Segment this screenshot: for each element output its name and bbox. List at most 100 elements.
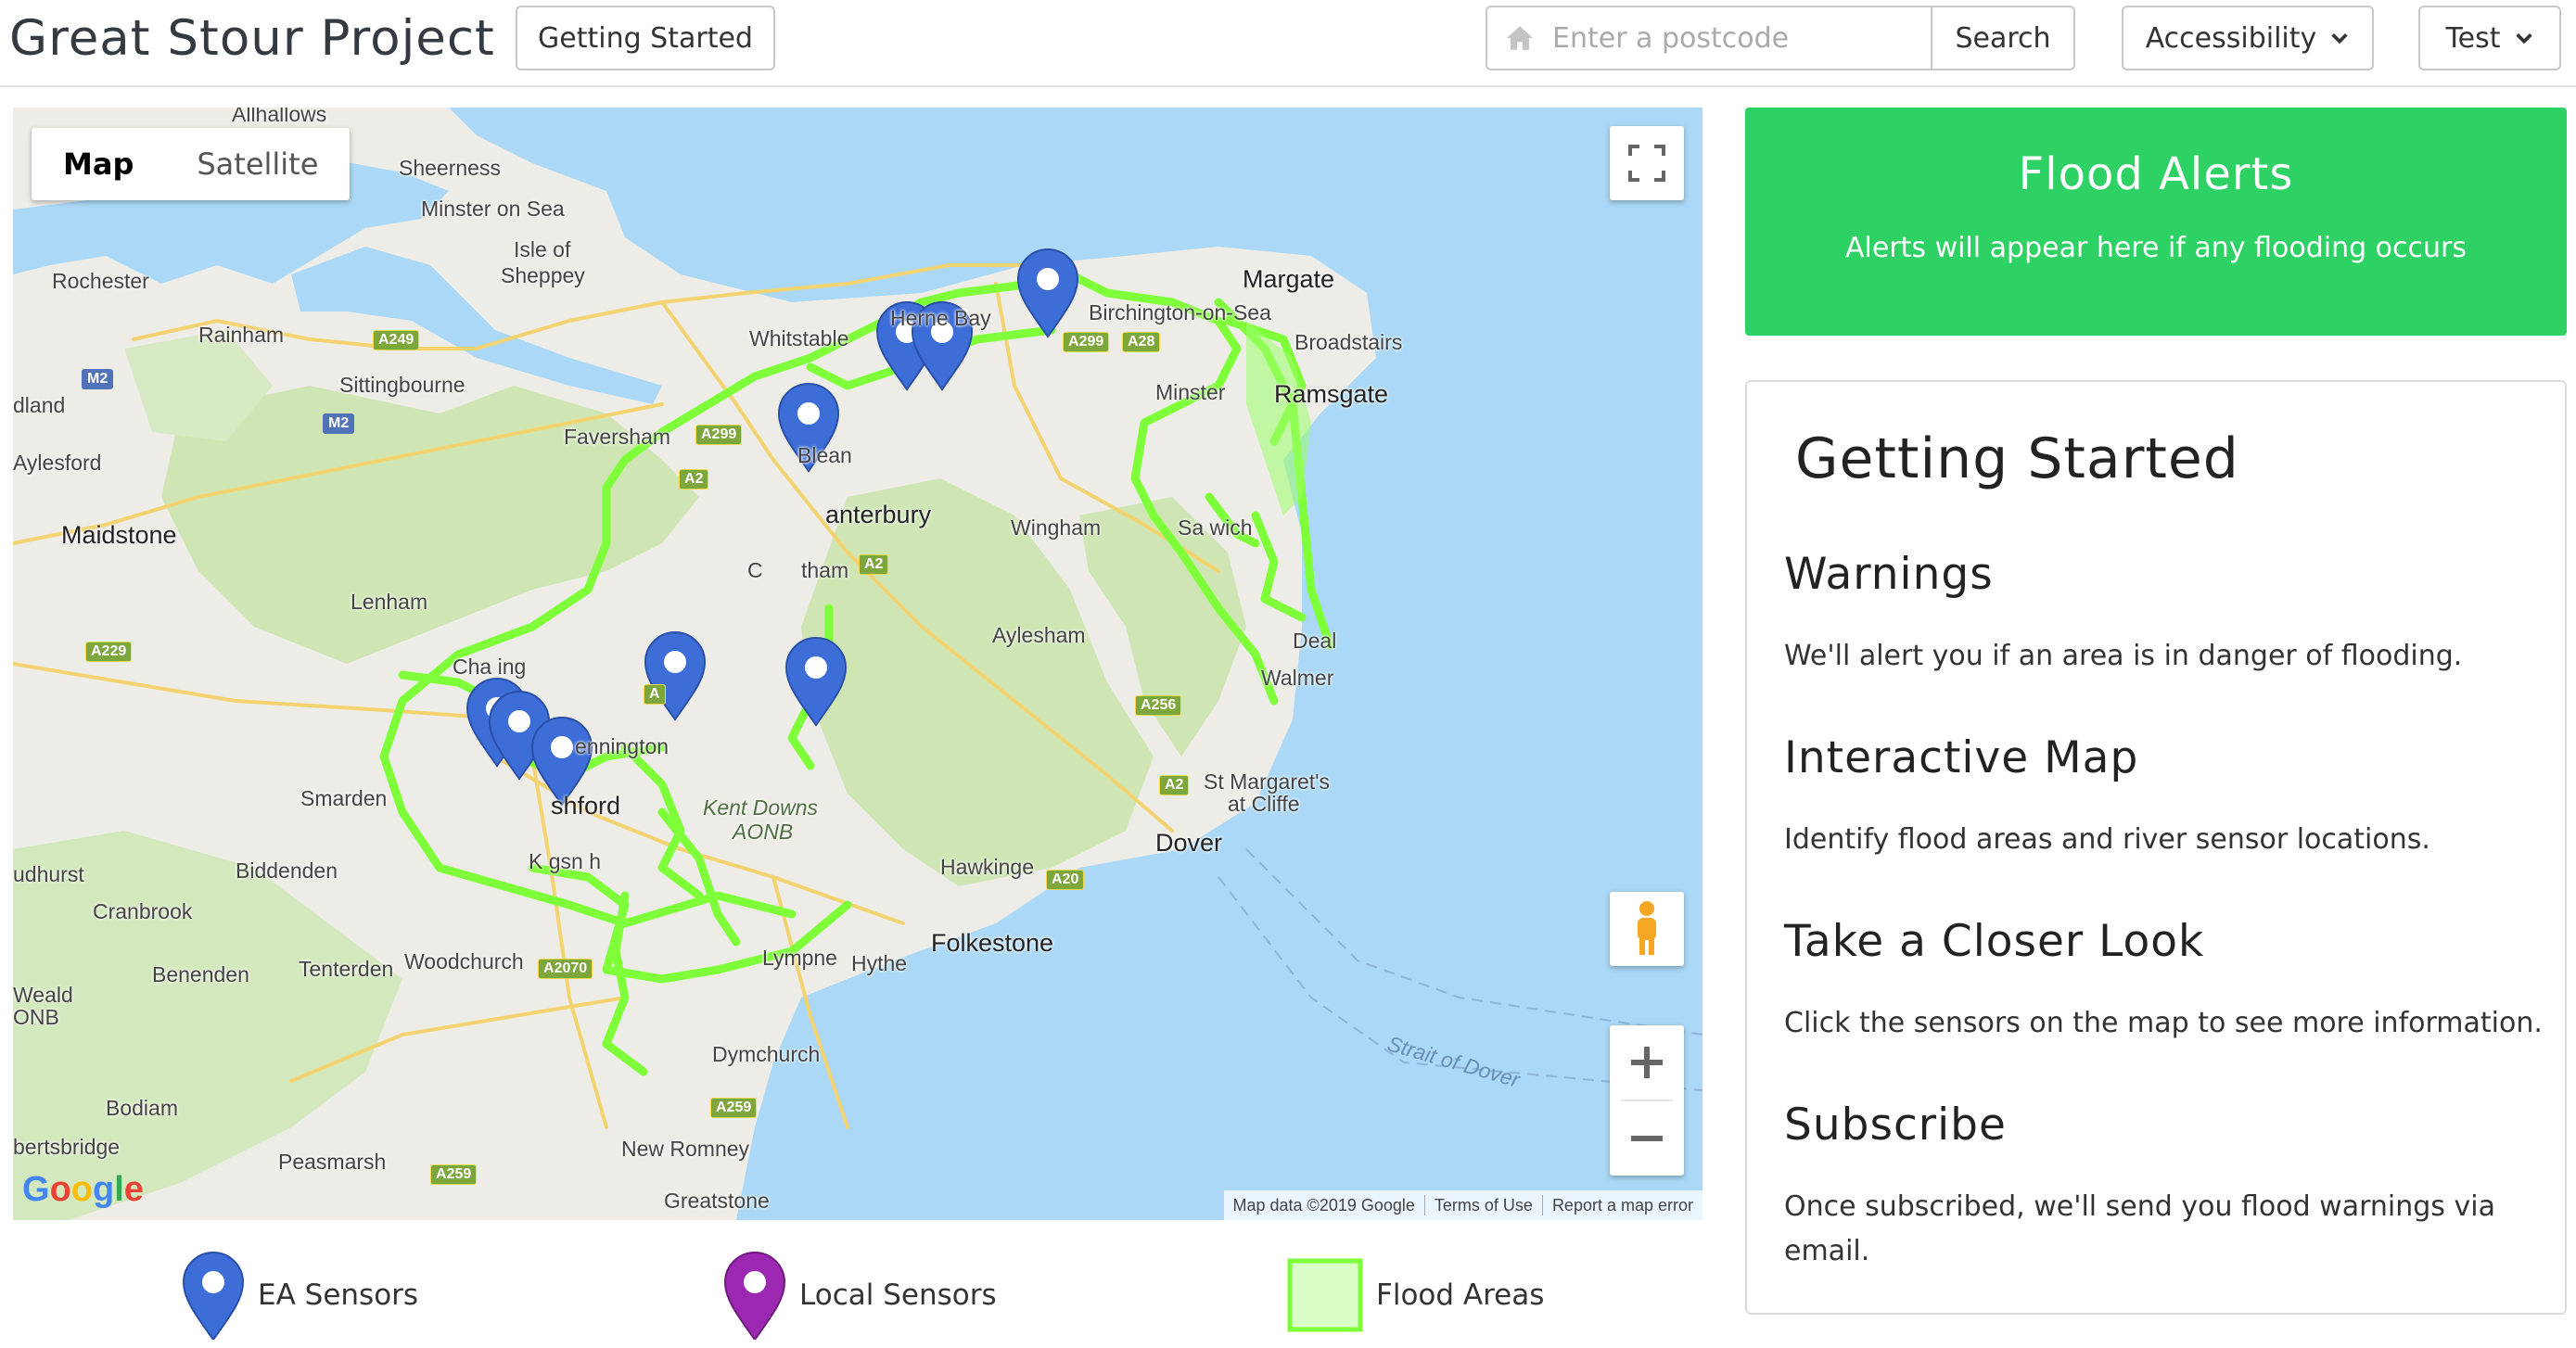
map-label: Dymchurch	[712, 1042, 821, 1066]
report-map-error-link[interactable]: Report a map error	[1543, 1196, 1702, 1215]
zoom-out-button[interactable]	[1610, 1101, 1684, 1176]
map-label: Blean	[797, 443, 852, 467]
road-shield: A2	[859, 554, 889, 575]
map-label: Walmer	[1261, 666, 1334, 690]
getting-started-button[interactable]: Getting Started	[516, 6, 775, 70]
map-label: Broadstairs	[1294, 330, 1403, 354]
section-heading-warnings: Warnings	[1784, 549, 1994, 600]
search-input-wrap	[1487, 7, 1932, 69]
legend-ea-label: EA Sensors	[258, 1278, 419, 1312]
map-type-satellite-button[interactable]: Satellite	[165, 128, 350, 200]
test-dropdown[interactable]: Test	[2418, 6, 2561, 70]
road-shield: A20	[1046, 870, 1085, 890]
map-type-map-button[interactable]: Map	[32, 128, 165, 200]
map-label: bertsbridge	[13, 1135, 121, 1159]
map-label: Biddenden	[236, 858, 338, 883]
map-label: Sheppey	[501, 263, 585, 287]
map-label: AONB	[733, 820, 794, 844]
terms-of-use-link[interactable]: Terms of Use	[1425, 1196, 1542, 1215]
flood-alerts-panel: Flood Alerts Alerts will appear here if …	[1745, 108, 2567, 336]
legend-ea-sensors: EA Sensors	[182, 1250, 418, 1341]
map-label: Hawkinge	[940, 855, 1034, 879]
map-label: Rochester	[52, 269, 149, 293]
map-label: Minster on Sea	[421, 197, 565, 221]
map-label: Benenden	[152, 962, 249, 986]
map-label: ONB	[13, 1005, 59, 1029]
road-shield: A259	[430, 1164, 478, 1185]
map-label: Minster	[1155, 380, 1226, 404]
map-type-control: Map Satellite	[32, 128, 351, 200]
road-shield: A2	[1159, 775, 1190, 795]
map-label: udhurst	[13, 862, 84, 886]
map-label: Cranbrook	[93, 899, 193, 923]
search-button[interactable]: Search	[1932, 7, 2073, 69]
accessibility-label: Accessibility	[2145, 21, 2317, 55]
legend-flood-label: Flood Areas	[1376, 1278, 1545, 1312]
road-shield: A249	[373, 330, 420, 350]
map-label: Smarden	[300, 786, 388, 810]
flood-alerts-subtitle: Alerts will appear here if any flooding …	[1845, 232, 2467, 264]
flood-alerts-title: Flood Alerts	[2018, 148, 2294, 200]
road-shield: A2	[679, 469, 709, 490]
flood-map[interactable]: Allhallows Sheerness Minster on Sea Isle…	[13, 108, 1702, 1220]
map-label: St Margaret's	[1204, 769, 1331, 794]
map-label: C	[747, 558, 763, 582]
map-label: anterbury	[825, 501, 932, 528]
map-label: shford	[551, 792, 621, 820]
zoom-control	[1610, 1025, 1684, 1176]
map-label: Peasmarsh	[278, 1150, 387, 1174]
section-text-interactive-map: Identify flood areas and river sensor lo…	[1784, 823, 2430, 856]
road-shield: A259	[710, 1098, 758, 1118]
legend-local-sensors: Local Sensors	[723, 1250, 997, 1341]
brand-title[interactable]: Great Stour Project	[9, 6, 495, 72]
road-shield: A28	[1122, 332, 1161, 352]
map-label: Rainham	[198, 323, 285, 347]
map-label: at Cliffe	[1228, 792, 1300, 816]
map-label: Folkestone	[931, 929, 1054, 957]
road-shield: A256	[1135, 695, 1182, 716]
fullscreen-button[interactable]	[1610, 126, 1684, 200]
map-label: Cha ing	[453, 655, 527, 679]
map-label: Whitstable	[749, 326, 849, 350]
map-label: Aylesham	[992, 623, 1086, 647]
navbar: Great Stour Project Getting Started Sear…	[0, 0, 2576, 87]
legend-flood-areas: Flood Areas	[1287, 1250, 1544, 1341]
map-label: Lympne	[762, 946, 837, 970]
map-label: Sittingbourne	[339, 373, 465, 397]
map-label: Bodiam	[106, 1096, 178, 1120]
map-label: Dover	[1155, 829, 1223, 857]
home-icon	[1506, 26, 1534, 50]
postcode-input[interactable]	[1552, 21, 1905, 55]
map-label: Birchington-on-Sea	[1089, 300, 1271, 324]
accessibility-dropdown[interactable]: Accessibility	[2122, 6, 2374, 70]
map-label: Faversham	[564, 425, 671, 449]
fullscreen-icon	[1628, 145, 1665, 182]
map-label: Allhallows	[232, 108, 327, 126]
road-shield: A229	[85, 642, 133, 662]
road-shield: M2	[82, 369, 114, 389]
section-heading-closer-look: Take a Closer Look	[1784, 916, 2205, 967]
map-data-text: Map data ©2019 Google	[1232, 1195, 1415, 1214]
chevron-down-icon	[2515, 33, 2532, 45]
street-view-pegman-button[interactable]	[1610, 892, 1684, 966]
zoom-in-button[interactable]	[1610, 1025, 1684, 1100]
section-text-closer-look: Click the sensors on the map to see more…	[1784, 1007, 2543, 1039]
google-logo[interactable]: Google	[22, 1170, 144, 1210]
plus-icon	[1631, 1047, 1663, 1078]
map-label: tham	[801, 558, 849, 582]
map-label: Wingham	[1011, 515, 1102, 540]
legend-local-label: Local Sensors	[799, 1278, 997, 1312]
road-shield: M2	[323, 413, 355, 434]
local-sensor-marker-icon	[723, 1252, 786, 1340]
map-label: Weald	[13, 983, 73, 1007]
road-shield: A2070	[538, 959, 593, 979]
pegman-icon	[1638, 901, 1656, 955]
flood-area-swatch-icon	[1287, 1258, 1363, 1332]
map-label: dland	[13, 393, 66, 417]
road-shield: A	[644, 684, 666, 705]
map-label: Margate	[1243, 265, 1335, 293]
getting-started-title: Getting Started	[1795, 426, 2239, 491]
minus-icon	[1631, 1136, 1663, 1141]
section-heading-interactive-map: Interactive Map	[1784, 732, 2139, 783]
map-label: Ramsgate	[1274, 380, 1389, 408]
